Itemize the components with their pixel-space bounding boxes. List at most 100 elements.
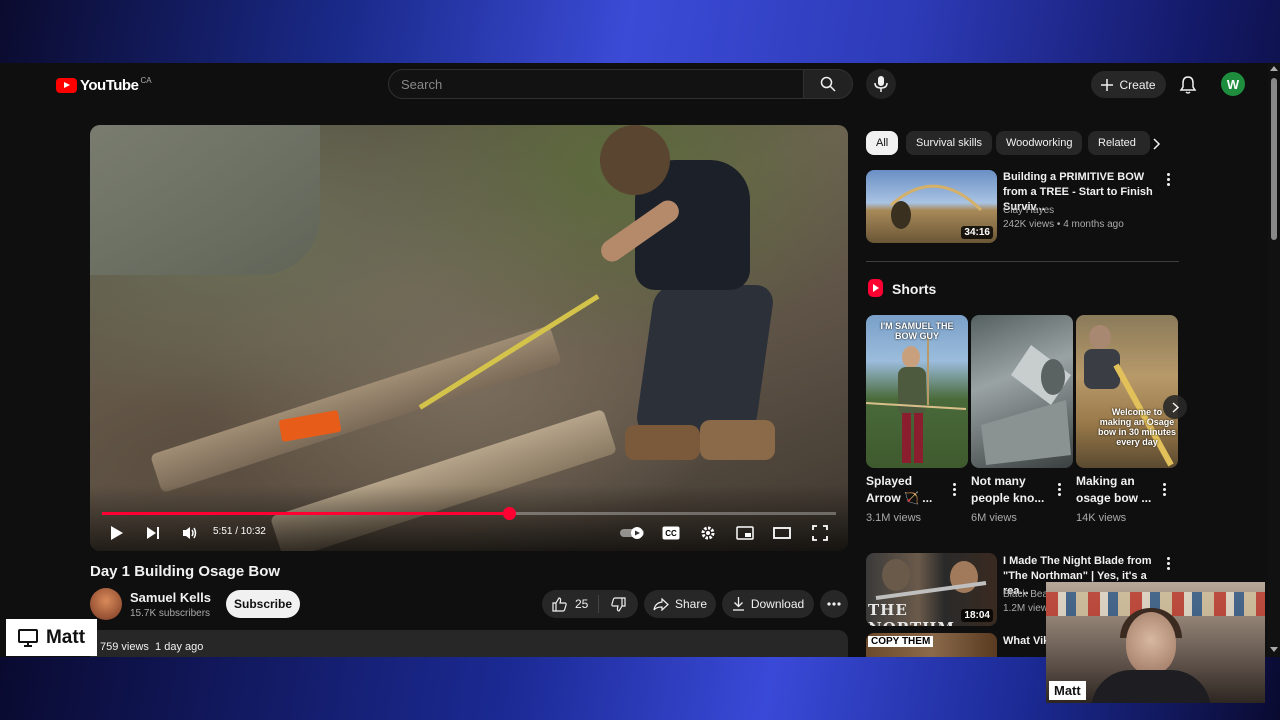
share-button[interactable]: Share	[644, 590, 716, 618]
subscriber-count: 15.7K subscribers	[130, 608, 211, 619]
chevron-right-icon	[1153, 138, 1161, 150]
short-title[interactable]: Not many people kno...	[971, 473, 1051, 507]
mute-button[interactable]	[180, 524, 200, 542]
chip-all[interactable]: All	[866, 131, 899, 155]
rec-more-icon[interactable]	[1167, 557, 1171, 570]
logo-text: YouTube	[80, 77, 139, 94]
video-frame-person	[634, 285, 776, 435]
svg-text:CC: CC	[665, 529, 677, 538]
shorts-next-button[interactable]	[1163, 395, 1187, 419]
controls-gradient	[90, 485, 848, 551]
rec-thumbnail[interactable]: 34:16	[866, 170, 997, 243]
time-display: 5:51 / 10:32	[213, 526, 266, 537]
rec-thumbnail[interactable]: COPY THEM	[866, 633, 997, 657]
shorts-heading: Shorts	[892, 281, 937, 297]
voice-search-button[interactable]	[866, 69, 896, 99]
video-frame-person	[600, 125, 670, 195]
autoplay-toggle-icon	[620, 527, 644, 539]
youtube-logo[interactable]: YouTube CA	[56, 76, 152, 94]
rec-meta: 242K views • 4 months ago	[1003, 219, 1124, 230]
description-box[interactable]	[90, 630, 848, 657]
thumbs-up-icon	[552, 596, 567, 612]
webcam-person	[1091, 670, 1211, 703]
more-actions-button[interactable]	[820, 590, 848, 618]
rec-more-icon[interactable]	[1167, 173, 1171, 186]
short-views: 3.1M views	[866, 512, 922, 524]
miniplayer-icon	[736, 526, 754, 540]
create-button[interactable]: Create	[1091, 71, 1166, 98]
webcam-name-label: Matt	[1049, 681, 1086, 700]
miniplayer-button[interactable]	[736, 524, 754, 542]
settings-button[interactable]	[699, 524, 717, 542]
captions-button[interactable]: CC	[662, 524, 680, 542]
short-views: 14K views	[1076, 512, 1127, 524]
theater-mode-button[interactable]	[773, 524, 791, 542]
download-button[interactable]: Download	[722, 590, 814, 618]
video-frame-boot	[700, 420, 775, 460]
thumbs-down-icon	[611, 596, 626, 612]
video-title: Day 1 Building Osage Bow	[90, 563, 281, 580]
search-button[interactable]	[803, 69, 853, 99]
short-title[interactable]: Splayed Arrow 🏹 ...	[866, 473, 946, 507]
microphone-icon	[874, 76, 888, 92]
download-label: Download	[750, 597, 805, 611]
chip-related[interactable]: Related	[1088, 131, 1150, 155]
short-thumbnail-image	[981, 345, 1071, 465]
short-thumbnail[interactable]: Welcome to making an Osage bow in 30 min…	[1076, 315, 1178, 468]
next-button[interactable]	[144, 524, 162, 542]
channel-avatar[interactable]	[90, 588, 122, 620]
fullscreen-button[interactable]	[811, 524, 829, 542]
rec-thumbnail[interactable]: THE NORTHM... 18:04	[866, 553, 997, 626]
progress-played	[102, 512, 509, 515]
rec-thumbnail-badge: COPY THEM	[868, 636, 934, 647]
video-frame-boot	[625, 425, 700, 460]
gear-icon	[701, 526, 715, 540]
scrubber-handle[interactable]	[503, 507, 516, 520]
rec-duration: 18:04	[961, 609, 993, 622]
like-button[interactable]: 25	[542, 595, 600, 613]
short-overlay-text: I'M SAMUEL THE BOW GUY	[880, 321, 954, 341]
rec-channel[interactable]: Clay Hayes	[1003, 205, 1054, 216]
fullscreen-icon	[812, 525, 828, 541]
channel-name[interactable]: Samuel Kells	[130, 590, 211, 605]
theater-mode-icon	[773, 527, 791, 539]
shorts-icon	[868, 279, 883, 297]
download-icon	[732, 597, 744, 611]
rec-channel[interactable]: Black Bear	[1003, 589, 1051, 600]
subscribe-button[interactable]: Subscribe	[226, 590, 300, 618]
video-player[interactable]: 5:51 / 10:32 CC	[90, 125, 848, 551]
search-icon	[820, 76, 836, 92]
webcam-overlay: Matt	[1046, 582, 1265, 703]
more-horizontal-icon	[827, 602, 841, 606]
bell-icon	[1179, 76, 1197, 94]
create-label: Create	[1119, 77, 1156, 92]
short-thumbnail[interactable]	[971, 315, 1073, 468]
scroll-up-icon[interactable]	[1270, 66, 1278, 71]
presenter-tag: Matt	[6, 619, 97, 656]
chip-survival-skills[interactable]: Survival skills	[906, 131, 993, 155]
short-more-icon[interactable]	[1163, 483, 1167, 496]
account-avatar[interactable]: W	[1221, 72, 1245, 96]
short-title[interactable]: Making an osage bow ...	[1076, 473, 1156, 507]
short-views: 6M views	[971, 512, 1017, 524]
dislike-button[interactable]	[599, 596, 638, 612]
scrollbar-thumb[interactable]	[1271, 78, 1277, 240]
scroll-down-icon[interactable]	[1270, 647, 1278, 652]
notifications-button[interactable]	[1178, 75, 1198, 95]
webcam-person	[1126, 612, 1176, 674]
video-frame-bow-stave	[418, 294, 600, 410]
country-code: CA	[140, 76, 152, 85]
share-label: Share	[674, 597, 708, 611]
search-input[interactable]: Search	[388, 69, 804, 99]
rec-duration: 34:16	[961, 226, 993, 239]
chips-next-button[interactable]	[1153, 137, 1161, 155]
chip-woodworking[interactable]: Woodworking	[996, 131, 1083, 155]
like-count: 25	[575, 597, 589, 611]
like-dislike-group: 25	[542, 590, 638, 618]
play-button[interactable]	[108, 524, 126, 542]
short-more-icon[interactable]	[1058, 483, 1062, 496]
short-thumbnail[interactable]: I'M SAMUEL THE BOW GUY	[866, 315, 968, 468]
short-more-icon[interactable]	[953, 483, 957, 496]
share-icon	[653, 597, 669, 611]
autoplay-toggle[interactable]	[620, 524, 648, 542]
